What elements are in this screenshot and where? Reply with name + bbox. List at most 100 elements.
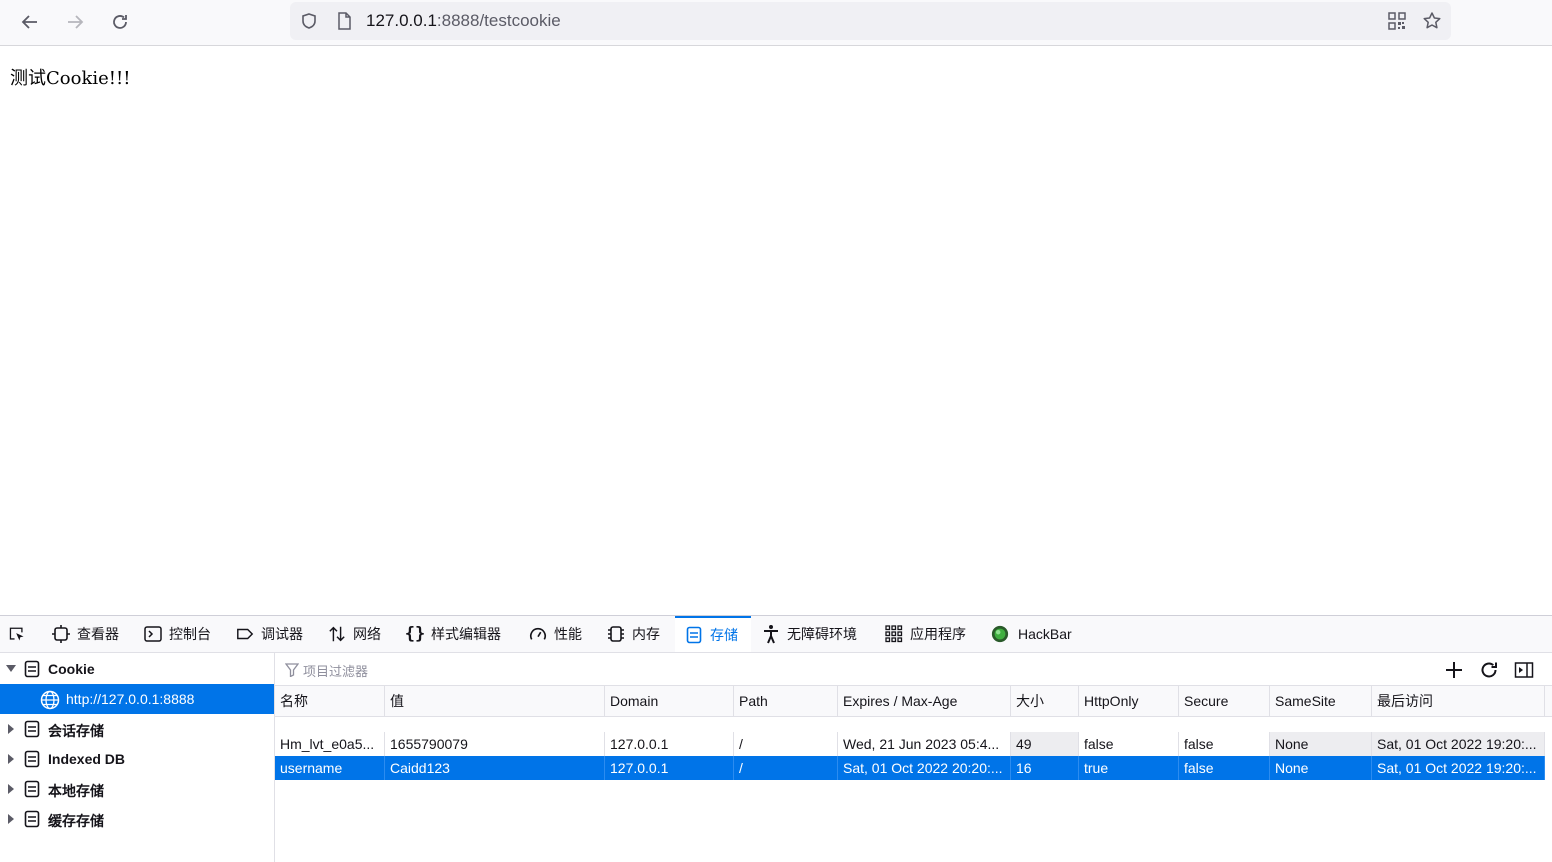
cell-domain[interactable]: 127.0.0.1 (605, 756, 734, 780)
url-text[interactable]: 127.0.0.1:8888/testcookie (366, 11, 561, 31)
tree-item-cache-storage[interactable]: 缓存存储 (0, 804, 274, 834)
column-header-domain[interactable]: Domain (605, 686, 734, 716)
qr-code-icon[interactable] (1387, 11, 1407, 31)
tab-storage[interactable]: 存储 (675, 616, 751, 652)
tab-application[interactable]: 应用程序 (885, 616, 966, 652)
cell-path[interactable]: / (734, 732, 838, 756)
column-header-path[interactable]: Path (734, 686, 838, 716)
cell-name[interactable]: Hm_lvt_e0a5... (275, 732, 385, 756)
filter-bar: 项目过滤器 (275, 653, 1552, 686)
cell-path[interactable]: / (734, 756, 838, 780)
reload-icon[interactable] (105, 7, 135, 37)
column-header-size[interactable]: 大小 (1011, 686, 1079, 716)
column-header-name[interactable]: 名称 (275, 686, 385, 716)
element-picker-icon (8, 625, 26, 643)
tree-item-label: 缓存存储 (48, 813, 104, 829)
bookmark-star-icon[interactable] (1422, 11, 1442, 31)
tab-style-editor[interactable]: {} 样式编辑器 (405, 616, 501, 652)
element-picker-button[interactable] (8, 616, 33, 652)
tab-accessibility[interactable]: 无障碍环境 (762, 616, 857, 652)
tab-network[interactable]: 网络 (328, 616, 381, 652)
refresh-button[interactable] (1478, 659, 1500, 681)
tab-console[interactable]: 控制台 (144, 616, 211, 652)
table-header: 名称 值 Domain Path Expires / Max-Age 大小 Ht… (275, 686, 1552, 717)
cell-expires[interactable]: Sat, 01 Oct 2022 20:20:... (838, 756, 1011, 780)
tree-item-indexed-db[interactable]: Indexed DB (0, 744, 274, 774)
tree-item-session-storage[interactable]: 会话存储 (0, 714, 274, 744)
tree-item-label: 会话存储 (48, 723, 104, 739)
storage-icon (24, 810, 42, 828)
tab-debugger-label: 调试器 (261, 626, 303, 642)
collapse-arrow-icon[interactable] (8, 724, 14, 734)
cell-name[interactable]: username (275, 756, 385, 780)
column-header-value[interactable]: 值 (385, 686, 605, 716)
add-item-button[interactable] (1443, 659, 1465, 681)
storage-icon (685, 626, 703, 644)
tab-memory[interactable]: 内存 (607, 616, 660, 652)
cell-httponly[interactable]: false (1079, 732, 1179, 756)
tab-performance-label: 性能 (554, 626, 582, 642)
console-icon (144, 625, 162, 643)
collapse-arrow-icon[interactable] (8, 754, 14, 764)
chip-icon (607, 625, 625, 643)
column-header-expires[interactable]: Expires / Max-Age (838, 686, 1011, 716)
tab-network-label: 网络 (353, 626, 381, 642)
tab-debugger[interactable]: 调试器 (236, 616, 303, 652)
hackbar-logo-icon (991, 625, 1009, 643)
collapse-arrow-icon[interactable] (8, 814, 14, 824)
globe-icon (40, 690, 60, 710)
table-row[interactable]: Hm_lvt_e0a5... 1655790079 127.0.0.1 / We… (275, 732, 1545, 756)
inspector-icon (52, 625, 70, 643)
tab-inspector-label: 查看器 (77, 626, 119, 642)
tree-item-host[interactable]: http://127.0.0.1:8888 (0, 684, 274, 714)
tree-item-label: Indexed DB (48, 751, 126, 767)
filter-placeholder: 项目过滤器 (303, 663, 369, 679)
grid-icon (885, 625, 903, 643)
url-path: :8888/testcookie (436, 11, 561, 30)
column-header-secure[interactable]: Secure (1179, 686, 1270, 716)
tab-application-label: 应用程序 (910, 626, 966, 642)
tree-item-cookie[interactable]: Cookie (0, 654, 274, 684)
filter-input[interactable]: 项目过滤器 (284, 661, 685, 679)
tab-performance[interactable]: 性能 (529, 616, 582, 652)
storage-icon (24, 780, 42, 798)
cell-samesite[interactable]: None (1270, 732, 1372, 756)
toggle-sidebar-button[interactable] (1513, 659, 1535, 681)
storage-tree: Cookie http://127.0.0.1:8888 会话存储 Indexe… (0, 653, 275, 862)
collapse-arrow-icon[interactable] (8, 784, 14, 794)
column-header-httponly[interactable]: HttpOnly (1079, 686, 1179, 716)
expand-arrow-icon[interactable] (6, 665, 16, 672)
cell-value[interactable]: Caidd123 (385, 756, 605, 780)
cell-secure[interactable]: false (1179, 732, 1270, 756)
tree-item-local-storage[interactable]: 本地存储 (0, 774, 274, 804)
table-row[interactable]: username Caidd123 127.0.0.1 / Sat, 01 Oc… (275, 756, 1545, 780)
cell-httponly[interactable]: true (1079, 756, 1179, 780)
tab-inspector[interactable]: 查看器 (52, 616, 119, 652)
column-header-samesite[interactable]: SameSite (1270, 686, 1372, 716)
tree-item-label: 本地存储 (48, 783, 104, 799)
cell-secure[interactable]: false (1179, 756, 1270, 780)
column-header-last-accessed[interactable]: 最后访问 (1372, 686, 1545, 716)
back-icon[interactable] (15, 7, 45, 37)
network-icon (328, 625, 346, 643)
tab-hackbar[interactable]: HackBar (991, 616, 1072, 652)
url-bar[interactable]: 127.0.0.1:8888/testcookie (290, 2, 1451, 40)
devtools-panel: 查看器 控制台 调试器 网络 {} 样式编辑器 性能 内存 存储 无障碍环境 应… (0, 615, 1552, 862)
tab-console-label: 控制台 (169, 626, 211, 642)
debugger-icon (236, 625, 254, 643)
forward-icon[interactable] (60, 7, 90, 37)
page-icon (334, 11, 354, 31)
tab-style-editor-label: 样式编辑器 (431, 626, 501, 642)
browser-toolbar: 127.0.0.1:8888/testcookie (0, 0, 1552, 46)
plus-icon (1446, 662, 1462, 678)
shield-icon[interactable] (299, 11, 319, 31)
cell-domain[interactable]: 127.0.0.1 (605, 732, 734, 756)
storage-icon (24, 660, 42, 678)
tab-storage-label: 存储 (710, 627, 738, 643)
cell-expires[interactable]: Wed, 21 Jun 2023 05:4... (838, 732, 1011, 756)
cell-size: 16 (1011, 756, 1079, 780)
tree-item-label: Cookie (48, 661, 95, 677)
cell-samesite[interactable]: None (1270, 756, 1372, 780)
storage-icon (24, 720, 42, 738)
cell-value[interactable]: 1655790079 (385, 732, 605, 756)
